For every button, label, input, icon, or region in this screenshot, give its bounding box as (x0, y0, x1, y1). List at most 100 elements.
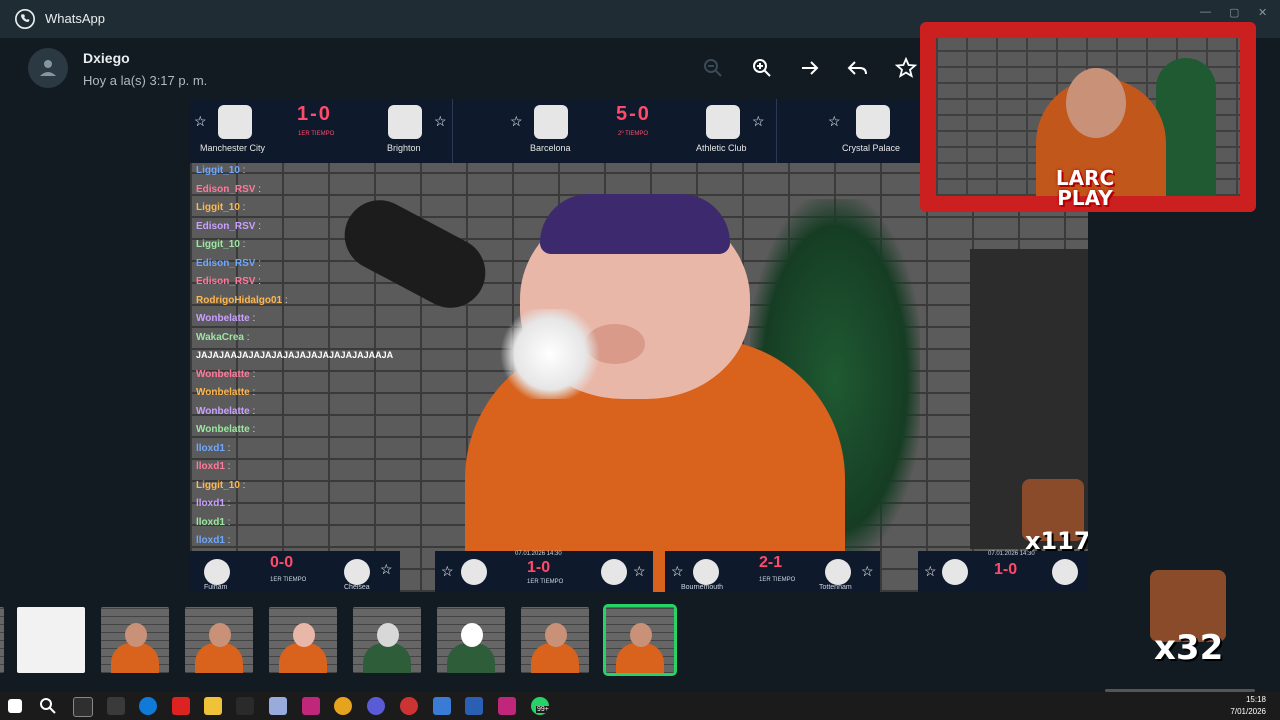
team-badge (388, 105, 422, 139)
maximize-button[interactable]: ▢ (1229, 6, 1239, 19)
media-thumbnail[interactable] (269, 607, 337, 673)
team-name: Bournemouth (681, 584, 724, 591)
score: 1-0 (527, 559, 551, 576)
media-thumbnail[interactable] (101, 607, 169, 673)
zoom-out-icon[interactable] (701, 56, 725, 80)
forward-icon[interactable] (798, 56, 822, 80)
media-thumbnail[interactable] (437, 607, 505, 673)
calculator-icon[interactable] (433, 697, 451, 715)
team-badge (706, 105, 740, 139)
avatar[interactable] (28, 48, 68, 88)
user-icon (40, 60, 56, 76)
chat-username: Liggit_10 (196, 479, 240, 491)
chat-username: Edison_RSV (196, 183, 256, 195)
app-icon[interactable] (302, 697, 320, 715)
score-card: ☆ Barcelona 5-0 2º TIEMPO Athletic Club … (500, 99, 777, 163)
team-name: Crystal Palace (842, 143, 901, 153)
star-icon: ☆ (924, 563, 937, 579)
brand-logo: LARC PLAY (1055, 166, 1115, 210)
chat-username: Liggit_10 (196, 202, 240, 213)
team-badge (534, 105, 568, 139)
star-icon[interactable] (894, 56, 918, 80)
chat-message: Edison_RSV : (196, 183, 262, 195)
stream-chat: Liggit_10 : Edison_RSV : Liggit_10 : Edison… (190, 165, 430, 555)
edge-icon[interactable] (139, 697, 157, 715)
match-status: 1ER TIEMPO (270, 577, 307, 583)
minimize-button[interactable]: — (1200, 6, 1211, 18)
vape-smoke (495, 309, 605, 399)
star-icon: ☆ (828, 113, 841, 129)
chat-message: lloxd1 : (196, 442, 231, 454)
team-badge (693, 559, 719, 585)
star-icon: ☆ (380, 561, 393, 577)
chat-username: Wonbelatte (196, 368, 250, 380)
chat-message: Wonbelatte : (196, 424, 256, 435)
chrome-icon[interactable] (334, 697, 352, 715)
chat-message: lloxd1 : (196, 516, 231, 528)
chat-message: Liggit_10 : (196, 479, 246, 491)
app-title: WhatsApp (45, 11, 105, 26)
media-thumbnail-strip (0, 601, 1280, 679)
chat-username: Wonbelatte (196, 424, 250, 435)
chat-username: lloxd1 (196, 535, 225, 546)
chat-username: Wonbelatte (196, 313, 250, 324)
zoom-in-icon[interactable] (750, 56, 774, 80)
chat-text: JAJAJAAJAJAJAJAJAJAJAJAJAJAJAJAAJA (196, 350, 394, 360)
app-icon[interactable] (367, 697, 385, 715)
match-status: 1ER TIEMPO (527, 579, 564, 585)
chat-message: lloxd1 : (196, 461, 231, 472)
star-icon: ☆ (441, 563, 454, 579)
chat-message: Wonbelatte : (196, 368, 256, 380)
app-icon[interactable] (107, 697, 125, 715)
media-thumbnail[interactable] (185, 607, 253, 673)
score: 0-0 (270, 554, 294, 571)
score: 5-0 (616, 103, 651, 125)
chat-message: Liggit_10 : (196, 239, 246, 250)
score: 1-0 (994, 561, 1018, 578)
chat-message: Liggit_10 : (196, 202, 246, 213)
media-thumbnail[interactable] (0, 607, 4, 673)
chat-message: Wonbelatte : (196, 313, 256, 324)
score-card: Fulham 0-0 1ER TIEMPO Chelsea ☆ (190, 551, 400, 592)
team-name: Barcelona (530, 143, 571, 153)
chat-username: WakaCrea (196, 331, 244, 343)
file-explorer-icon[interactable] (204, 697, 222, 715)
media-thumbnail[interactable] (521, 607, 589, 673)
app-icon[interactable] (172, 697, 190, 715)
clock-date: 7/01/2026 (1230, 707, 1266, 716)
team-badge (601, 559, 627, 585)
clock-time: 15:18 (1245, 695, 1266, 704)
chat-username: lloxd1 (196, 461, 225, 472)
match-date: 07.01.2026 14:30 (515, 551, 562, 557)
chat-message: WakaCrea : (196, 331, 250, 343)
team-name: Tottenham (819, 584, 852, 591)
match-status: 1ER TIEMPO (298, 131, 335, 137)
store-icon[interactable] (73, 697, 93, 717)
emote-count: x117 (1025, 527, 1088, 555)
chat-username: RodrigoHidalgo01 (196, 294, 283, 306)
app-icon[interactable] (400, 697, 418, 715)
star-icon: ☆ (434, 113, 447, 129)
system-clock[interactable]: 15:18 7/01/2026 (1230, 694, 1266, 718)
app-icon[interactable] (498, 697, 516, 715)
close-button[interactable]: ✕ (1258, 6, 1267, 19)
media-thumbnail[interactable] (17, 607, 85, 673)
score: 2-1 (759, 554, 783, 571)
media-thumbnail-active[interactable] (603, 604, 677, 676)
score-card: ☆ Crystal Palace (822, 99, 922, 163)
word-icon[interactable] (465, 697, 483, 715)
windows-taskbar: 99+ 15:18 7/01/2026 (0, 692, 1280, 720)
team-badge (1052, 559, 1078, 585)
app-icon[interactable] (269, 697, 287, 715)
contact-name: Dxiego (83, 50, 130, 66)
chat-message: lloxd1 : (196, 535, 231, 546)
windows-start-icon[interactable] (8, 699, 22, 713)
app-icon[interactable] (236, 697, 254, 715)
team-name: Brighton (387, 143, 421, 153)
star-icon: ☆ (752, 113, 765, 129)
media-thumbnail[interactable] (353, 607, 421, 673)
chat-message: Liggit_10 : (196, 165, 246, 176)
search-icon[interactable] (39, 697, 57, 715)
chat-message: JAJAJAAJAJAJAJAJAJAJAJAJAJAJAJAAJA (196, 350, 393, 361)
reply-icon[interactable] (846, 56, 870, 80)
